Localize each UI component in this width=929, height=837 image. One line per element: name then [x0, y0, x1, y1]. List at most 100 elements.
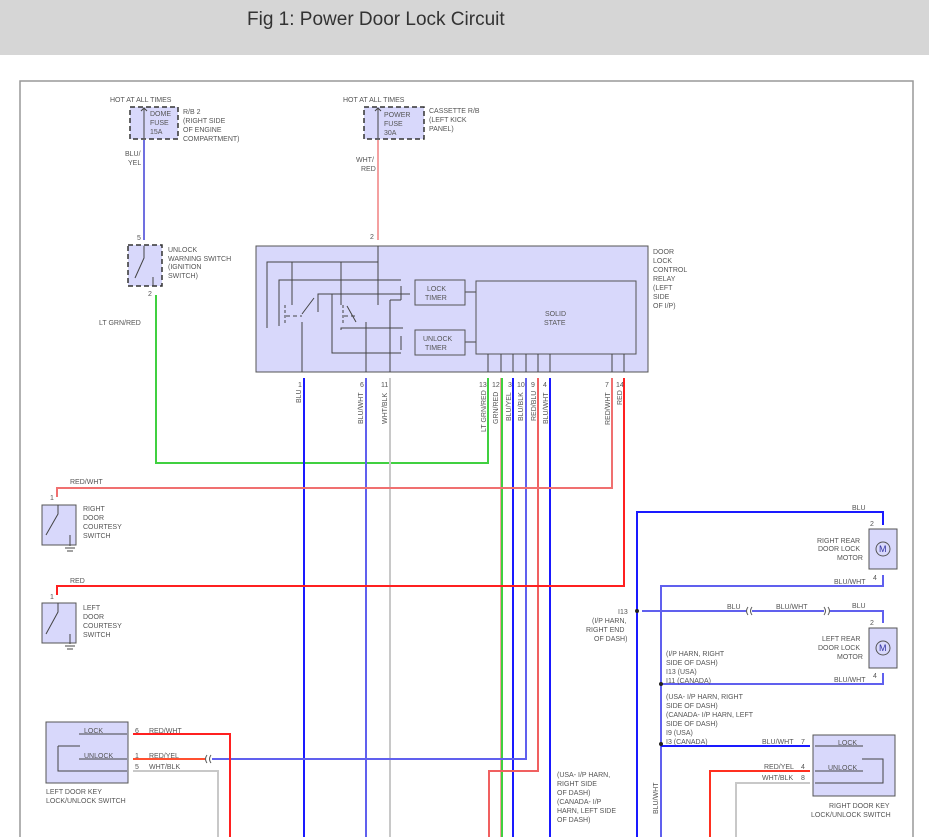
diagram-label: DOME: [150, 111, 171, 118]
diagram-label: 2: [870, 620, 874, 627]
diagram-label: UNLOCK: [168, 247, 198, 254]
diagram-label: CONTROL: [653, 267, 687, 274]
diagram-label: I9 (USA): [666, 730, 693, 737]
diagram-label: 30A: [384, 130, 397, 137]
diagram-label: 7: [605, 382, 609, 389]
diagram-label: LEFT DOOR KEY: [46, 789, 102, 796]
diagram-label: BLU/BLK: [518, 392, 525, 421]
diagram-label: BLU: [296, 389, 303, 403]
diagram-label: RED/WHT: [605, 392, 612, 425]
diagram-label: BLU: [852, 505, 866, 512]
diagram-label: BLU/: [125, 151, 141, 158]
diagram-label: STATE: [544, 320, 566, 327]
diagram-label: LOCK/UNLOCK SWITCH: [46, 798, 126, 805]
diagram-label: BLU/YEL: [506, 392, 513, 421]
diagram-label: POWER: [384, 112, 410, 119]
diagram-label: BLU: [727, 604, 741, 611]
diagram-label: GRN/RED: [493, 392, 500, 424]
diagram-label: LEFT: [83, 605, 101, 612]
diagram-label: RED: [361, 166, 376, 173]
diagram-label: RIGHT REAR: [817, 538, 860, 545]
diagram-label: UNLOCK: [84, 753, 114, 760]
diagram-label: I13: [618, 609, 628, 616]
wire-red-wht-7: [56, 378, 613, 497]
diagram-label: HARN, LEFT SIDE: [557, 808, 616, 815]
diagram-label: RED/WHT: [70, 479, 103, 486]
diagram-label: SWITCH): [168, 273, 198, 280]
diagram-label: BLU/WHT: [762, 739, 794, 746]
diagram-label: I3 (CANADA): [666, 739, 708, 746]
diagram-label: COURTESY: [83, 623, 122, 630]
diagram-label: 2: [370, 234, 374, 241]
diagram-label: I13 (USA): [666, 669, 697, 676]
diagram-label: (LEFT: [653, 285, 673, 292]
diagram-label: MOTOR: [837, 654, 863, 661]
diagram-frame: [19, 80, 914, 837]
diagram-label: (IGNITION: [168, 264, 201, 271]
diagram-label: HOT AT ALL TIMES: [110, 97, 172, 104]
diagram-label: 12: [492, 382, 500, 389]
diagram-label: LOCK: [838, 740, 857, 747]
left-door-courtesy-switch: RED 1 LEFT DOOR COURTESY SWITCH: [41, 578, 122, 650]
diagram-label: 13: [479, 382, 487, 389]
diagram-label: DOOR: [653, 249, 674, 256]
diagram-label: (LEFT KICK: [429, 117, 467, 124]
diagram-label: WHT/BLK: [762, 775, 793, 782]
diagram-label: I11 (CANADA): [666, 678, 711, 685]
diagram-label: SIDE OF DASH): [666, 721, 718, 728]
diagram-label: TIMER: [425, 295, 447, 302]
diagram-label: SOLID: [545, 311, 566, 318]
unlock-warning-switch: 5 2 UNLOCK WARNING SWITCH (IGNITION SWIT…: [99, 235, 231, 327]
diagram-label: 10: [517, 382, 525, 389]
diagram-label: 1: [298, 382, 302, 389]
diagram-label: SWITCH: [83, 632, 111, 639]
diagram-label: DOOR: [83, 515, 104, 522]
diagram-label: 1: [135, 753, 139, 760]
diagram-label: BLU/WHT: [358, 392, 365, 424]
diagram-label: UNLOCK: [828, 765, 858, 772]
diagram-label: 4: [801, 764, 805, 771]
diagram-label: (RIGHT SIDE: [183, 118, 226, 125]
diagram-label: TIMER: [425, 345, 447, 352]
diagram-label: BLU: [852, 603, 866, 610]
diagram-label: 7: [801, 739, 805, 746]
right-door-courtesy-switch: RED/WHT 1 RIGHT DOOR COURTESY SWITCH: [41, 479, 122, 552]
diagram-label: FUSE: [384, 121, 403, 128]
diagram-label: RED/YEL: [149, 753, 179, 760]
diagram-label: PANEL): [429, 126, 454, 133]
diagram-label: 14: [616, 382, 624, 389]
diagram-label: DOOR LOCK: [818, 546, 860, 553]
diagram-label: HOT AT ALL TIMES: [343, 97, 405, 104]
diagram-label: FUSE: [150, 120, 169, 127]
diagram-label: BLU/WHT: [543, 392, 550, 424]
diagram-label: (USA- I/P HARN,: [557, 772, 610, 779]
diagram-label: RED: [70, 578, 85, 585]
wire-rkey-wht-blk: [735, 782, 810, 837]
wiring-diagram: HOT AT ALL TIMES DOME FUSE 15A R/B 2 (RI…: [19, 80, 914, 837]
diagram-label: BLU/WHT: [834, 579, 866, 586]
diagram-label: M: [879, 643, 887, 653]
diagram-label: (CANADA- I/P HARN, LEFT: [666, 712, 754, 719]
diagram-label: 6: [360, 382, 364, 389]
diagram-label: OF ENGINE: [183, 127, 222, 134]
diagram-label: 4: [873, 673, 877, 680]
diagram-label: LOCK/UNLOCK SWITCH: [811, 812, 891, 819]
diagram-label: 1: [50, 594, 54, 601]
diagram-label: WARNING SWITCH: [168, 256, 231, 263]
diagram-label: CASSETTE R/B: [429, 108, 480, 115]
diagram-label: SIDE: [653, 294, 670, 301]
diagram-label: BLU/WHT: [776, 604, 808, 611]
diagram-label: UNLOCK: [423, 336, 453, 343]
diagram-label: (I/P HARN, RIGHT: [666, 651, 725, 658]
diagram-label: YEL: [128, 160, 141, 167]
diagram-label: 1: [50, 495, 54, 502]
diagram-label: R/B 2: [183, 109, 201, 116]
wire-blu-blk-10: [212, 378, 527, 760]
diagram-label: LT GRN/RED: [481, 390, 488, 432]
wire-jumper-blu-2: [830, 610, 884, 623]
diagram-label: 8: [801, 775, 805, 782]
diagram-label: RED/YEL: [764, 764, 794, 771]
diagram-label: RIGHT SIDE: [557, 781, 597, 788]
diagram-label: RIGHT DOOR KEY: [829, 803, 890, 810]
diagram-label: RIGHT END: [586, 627, 624, 634]
